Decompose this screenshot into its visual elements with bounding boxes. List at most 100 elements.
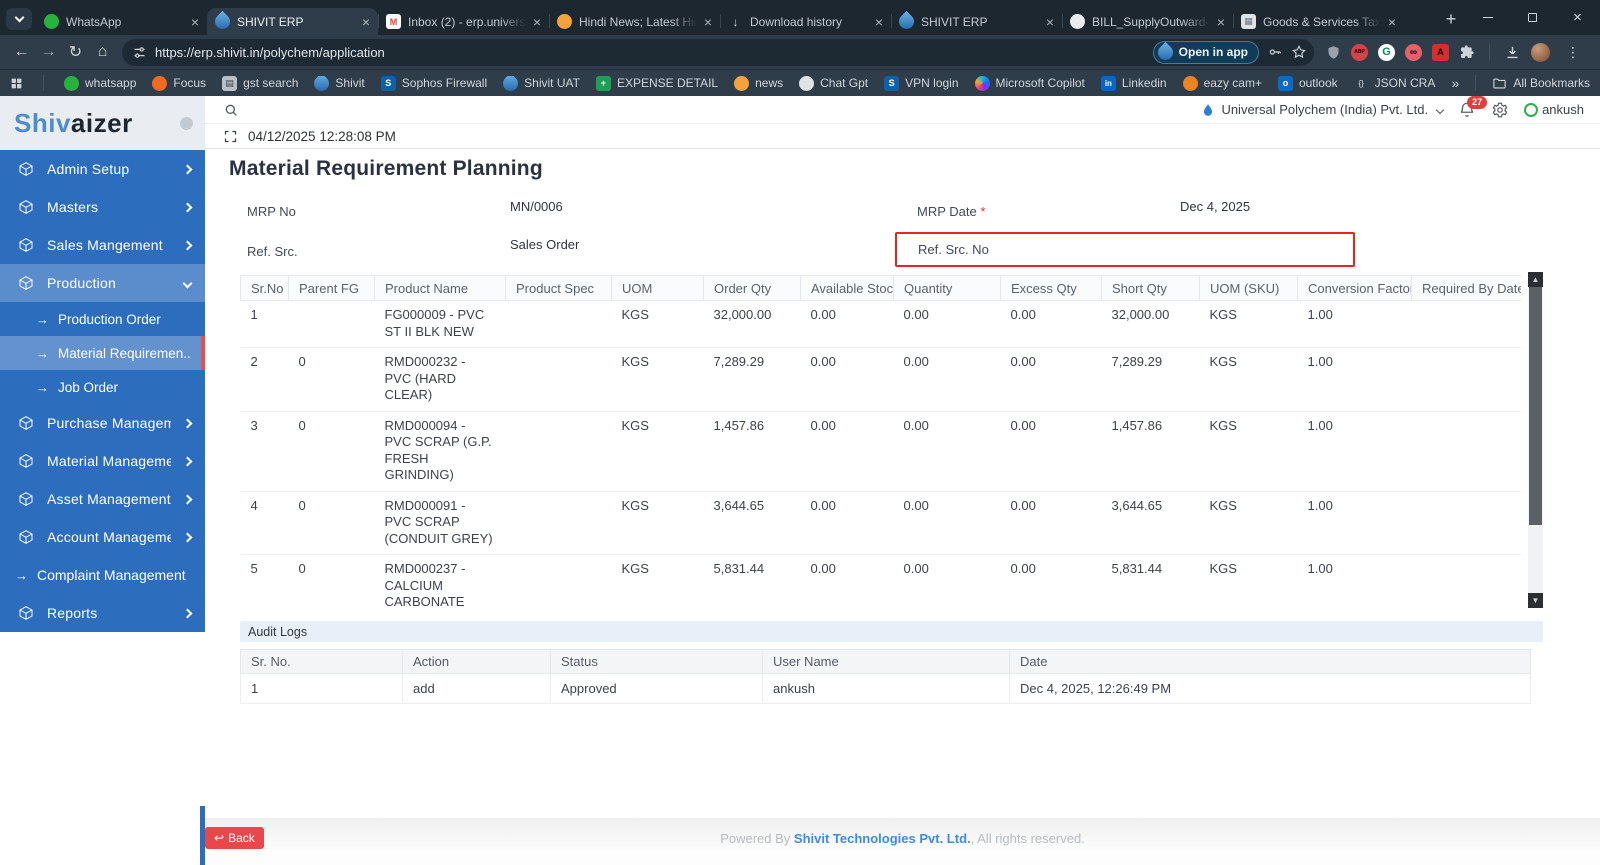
bookmark-sophos-firewall[interactable]: S Sophos Firewall [380, 75, 487, 91]
new-tab-button[interactable]: + [1437, 6, 1465, 33]
bookmarks-overflow-icon[interactable]: » [1452, 75, 1460, 91]
fullscreen-icon[interactable] [223, 129, 238, 144]
minimize-button[interactable] [1465, 0, 1510, 35]
bookmark-vpn-login[interactable]: S VPN login [884, 75, 959, 91]
scrollbar-thumb[interactable] [1529, 287, 1542, 525]
powered-by-link[interactable]: Shivit Technologies Pvt. Ltd. [794, 831, 971, 846]
bookmark-label: EXPENSE DETAIL [616, 76, 719, 90]
bookmark-linkedin[interactable]: in Linkedin [1100, 75, 1167, 91]
tab-close-icon[interactable]: × [191, 15, 199, 29]
close-window-button[interactable]: × [1555, 0, 1600, 35]
settings-button[interactable] [1491, 101, 1509, 119]
bookmark-microsoft-copilot[interactable]: Microsoft Copilot [974, 75, 1085, 91]
url-text[interactable]: https://erp.shivit.in/polychem/applicati… [155, 45, 1145, 60]
tab-close-icon[interactable]: × [875, 15, 883, 29]
apps-grid-icon[interactable] [10, 77, 23, 90]
browser-tab-shivit-erp[interactable]: SHIVIT ERP × [891, 8, 1062, 35]
bookmark-focus[interactable]: Focus [152, 75, 206, 91]
scroll-up-button[interactable]: ▲ [1528, 272, 1543, 287]
sidebar-item-material-management[interactable]: Material Management [0, 442, 205, 480]
sidebar-item-reports[interactable]: Reports [0, 594, 205, 632]
chevron-down-icon [14, 12, 24, 23]
mrp-date-value[interactable]: Dec 4, 2025 [1180, 199, 1250, 214]
bookmark-label: Shivit UAT [524, 76, 580, 90]
ref-src-no-field[interactable]: Ref. Src. No [895, 232, 1355, 267]
tab-close-icon[interactable]: × [1388, 15, 1396, 29]
sidebar-item-purchase-manageme[interactable]: Purchase Manageme... [0, 404, 205, 442]
password-key-icon[interactable] [1267, 44, 1283, 60]
browser-tab-goods-services-tax-gs[interactable]: ▦ Goods & Services Tax (GS × [1233, 8, 1404, 35]
forward-nav-button[interactable]: → [35, 39, 62, 66]
profile-avatar[interactable] [1531, 42, 1550, 62]
address-bar[interactable]: https://erp.shivit.in/polychem/applicati… [122, 38, 1314, 66]
all-bookmarks-button[interactable]: All Bookmarks [1492, 76, 1590, 91]
grammarly-extension-icon[interactable]: G [1378, 43, 1395, 61]
home-button[interactable]: ⌂ [89, 39, 116, 66]
sidebar-item-masters[interactable]: Masters [0, 188, 205, 226]
browser-tab-shivit-erp[interactable]: SHIVIT ERP × [207, 8, 378, 35]
browser-menu-icon[interactable]: ⋮ [1560, 44, 1586, 61]
site-settings-icon[interactable] [132, 45, 147, 60]
bookmark-eazy-cam[interactable]: eazy cam+ [1182, 75, 1262, 91]
browser-tab-bill-supplyoutward-k-2[interactable]: BILL_SupplyOutward-K-2 × [1062, 8, 1233, 35]
search-icon[interactable] [223, 102, 239, 118]
maximize-button[interactable] [1510, 0, 1555, 35]
bookmark-shivit[interactable]: Shivit [311, 75, 365, 91]
bookmark-expense-detail[interactable]: + EXPENSE DETAIL [595, 75, 719, 91]
column-header-uom-sku: UOM (SKU) [1199, 275, 1298, 301]
table-scrollbar[interactable]: ▲ ▼ [1528, 272, 1543, 608]
downloads-icon[interactable] [1504, 44, 1521, 61]
sidebar-item-sales-mangement[interactable]: Sales Mangement [0, 226, 205, 264]
company-selector[interactable]: Universal Polychem (India) Pvt. Ltd. [1201, 102, 1445, 117]
sidebar-item-account-management[interactable]: Account Management [0, 518, 205, 556]
bookmark-whatsapp[interactable]: whatsapp [64, 75, 136, 91]
open-in-app-button[interactable]: Open in app [1152, 40, 1259, 64]
table-cell: 0 [288, 554, 375, 608]
sidebar-item-job-order[interactable]: → Job Order [0, 370, 205, 404]
back-nav-button[interactable]: ← [8, 39, 35, 66]
sidebar-toggle[interactable] [180, 116, 193, 130]
shield-extension-icon[interactable] [1326, 45, 1341, 60]
sidebar-item-production[interactable]: Production [0, 264, 205, 302]
browser-tab-whatsapp[interactable]: WhatsApp × [36, 8, 207, 35]
column-header-order-qty: Order Qty [703, 275, 801, 301]
table-cell: 1.00 [1297, 411, 1412, 492]
sidebar-item-asset-management-s[interactable]: Asset Management S... [0, 480, 205, 518]
notifications-button[interactable]: 27 [1458, 95, 1488, 119]
column-header-product-spec: Product Spec [505, 275, 612, 301]
abp-extension-icon[interactable]: ABP [1351, 43, 1368, 61]
tab-close-icon[interactable]: × [1217, 15, 1225, 29]
bookmark-favicon-icon: S [884, 75, 900, 91]
tab-search-button[interactable] [6, 8, 32, 30]
items-table-container[interactable]: Sr.No Parent FG Product Name Product Spec UO… [240, 275, 1521, 608]
browser-tab-download-history[interactable]: ↓ Download history × [720, 8, 891, 35]
extensions-puzzle-icon[interactable] [1459, 44, 1475, 60]
bookmark-news[interactable]: news [734, 75, 783, 91]
red-extension-icon[interactable]: ∞ [1405, 43, 1422, 61]
scroll-down-button[interactable]: ▼ [1528, 593, 1543, 608]
column-header-parent-fg: Parent FG [288, 275, 375, 301]
refresh-button[interactable]: ↻ [62, 39, 89, 66]
bookmark-gst-search[interactable]: ▤ gst search [222, 75, 298, 91]
browser-tab-inbox-2-erp-universalpo[interactable]: M Inbox (2) - erp.universalpo × [378, 8, 549, 35]
table-cell: 1 [240, 300, 289, 348]
pdf-extension-icon[interactable]: A [1432, 43, 1449, 61]
chevron-right-icon [182, 164, 193, 174]
bookmark-shivit-uat[interactable]: Shivit UAT [500, 75, 580, 91]
sidebar-item-production-order[interactable]: → Production Order [0, 302, 205, 336]
bookmark-chat-gpt[interactable]: Chat Gpt [799, 75, 868, 91]
browser-tab-hindi-news-latest-hindi-n[interactable]: Hindi News; Latest Hindi N × [549, 8, 720, 35]
table-cell: KGS [1199, 411, 1298, 492]
tab-close-icon[interactable]: × [704, 15, 712, 29]
bookmark-json-crack[interactable]: {} JSON CRACK [1354, 76, 1435, 91]
user-menu[interactable]: ankush [1524, 102, 1584, 117]
tab-close-icon[interactable]: × [533, 15, 541, 29]
sidebar-item-material-requiremen[interactable]: → Material Requiremen... [0, 336, 205, 370]
back-button[interactable]: ↩ Back [205, 827, 264, 849]
sidebar-item-complaint-management[interactable]: → Complaint Management [0, 556, 205, 594]
tab-close-icon[interactable]: × [1046, 15, 1054, 29]
tab-close-icon[interactable]: × [362, 15, 370, 29]
sidebar-item-admin-setup[interactable]: Admin Setup [0, 150, 205, 188]
bookmark-star-icon[interactable] [1291, 44, 1307, 60]
bookmark-outlook[interactable]: o outlook [1277, 75, 1338, 91]
